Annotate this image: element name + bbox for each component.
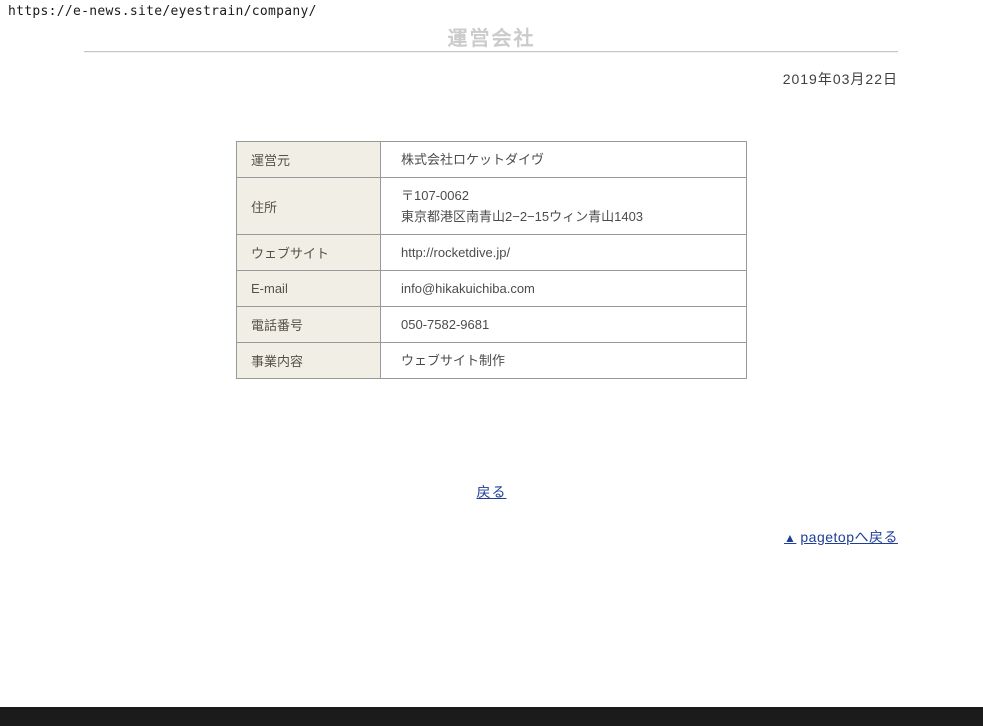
row-value-text: 〒107-0062 東京都港区南青山2−2−15ウィン青山1403: [401, 185, 746, 227]
table-row: 運営元 株式会社ロケットダイヴ: [237, 142, 747, 178]
date-label: 2019年03月22日: [783, 69, 898, 89]
row-label-text: 事業内容: [251, 354, 303, 369]
pagetop-link[interactable]: ▲ pagetopへ戻る: [784, 527, 898, 547]
row-value: 050-7582-9681: [381, 307, 747, 343]
table-row: 事業内容 ウェブサイト制作: [237, 343, 747, 379]
row-label: 電話番号: [237, 307, 381, 343]
title-divider: [84, 51, 898, 53]
table-row: ウェブサイト http://rocketdive.jp/: [237, 235, 747, 271]
table-row: 住所 〒107-0062 東京都港区南青山2−2−15ウィン青山1403: [237, 178, 747, 235]
back-link-container: 戻る: [0, 482, 983, 502]
row-value-text: info@hikakuichiba.com: [401, 278, 746, 299]
page-url-label: https://e-news.site/eyestrain/company/: [8, 4, 317, 19]
row-label: 運営元: [237, 142, 381, 178]
row-label: 事業内容: [237, 343, 381, 379]
company-page: { "page": { "url_label": "https://e-news…: [0, 0, 983, 726]
footer-bar: [0, 707, 983, 726]
row-value-text: http://rocketdive.jp/: [401, 242, 746, 263]
row-value: 株式会社ロケットダイヴ: [381, 142, 747, 178]
row-label-text: 住所: [251, 200, 277, 215]
back-link[interactable]: 戻る: [477, 484, 507, 500]
row-label: 住所: [237, 178, 381, 235]
row-value-text: 株式会社ロケットダイヴ: [401, 149, 746, 170]
triangle-up-icon: ▲: [784, 531, 796, 545]
row-value: ウェブサイト制作: [381, 343, 747, 379]
row-label: E-mail: [237, 271, 381, 307]
row-label-text: 電話番号: [251, 318, 303, 333]
page-title: 運営会社: [0, 22, 983, 51]
pagetop-link-label: pagetopへ戻る: [800, 529, 898, 545]
company-info-table: 運営元 株式会社ロケットダイヴ 住所 〒107-0062 東京都港区南青山2−2…: [236, 141, 747, 379]
row-label: ウェブサイト: [237, 235, 381, 271]
row-value: 〒107-0062 東京都港区南青山2−2−15ウィン青山1403: [381, 178, 747, 235]
row-label-text: 運営元: [251, 153, 290, 168]
row-label-text: E-mail: [251, 281, 288, 296]
row-value-text: 050-7582-9681: [401, 314, 746, 335]
row-label-text: ウェブサイト: [251, 246, 329, 261]
table-row: E-mail info@hikakuichiba.com: [237, 271, 747, 307]
row-value-text: ウェブサイト制作: [401, 350, 746, 371]
table-row: 電話番号 050-7582-9681: [237, 307, 747, 343]
row-value: info@hikakuichiba.com: [381, 271, 747, 307]
row-value: http://rocketdive.jp/: [381, 235, 747, 271]
